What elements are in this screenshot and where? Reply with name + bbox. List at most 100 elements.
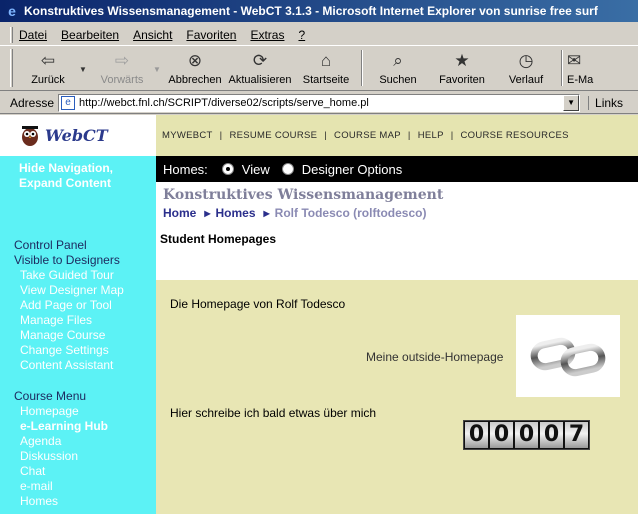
sidebar-item-content-assistant[interactable]: Content Assistant [14, 358, 124, 373]
homepage-content: Die Homepage von Rolf Todesco Meine outs… [156, 280, 638, 514]
menu-bearbeiten[interactable]: Bearbeiten [61, 28, 119, 42]
toolbar-separator [361, 50, 363, 86]
breadcrumb: Home ▶ Homes ▶ Rolf Todesco (rolftodesco… [163, 206, 426, 220]
nav-separator: | [407, 130, 411, 141]
sidebar-item-diskussion[interactable]: Diskussion [14, 449, 108, 464]
nav-help[interactable]: HELP [418, 130, 444, 141]
back-arrow-icon: ⇦ [40, 51, 56, 70]
breadcrumb-home[interactable]: Home [163, 206, 196, 220]
menu-favoriten[interactable]: Favoriten [186, 28, 236, 42]
toolbar-grip [10, 49, 13, 87]
about-me-text: Hier schreibe ich bald etwas über mich [170, 406, 377, 420]
webct-logo[interactable]: WebCT [0, 115, 156, 156]
home-icon: ⌂ [320, 51, 332, 70]
favorites-button[interactable]: ★ Favoriten [429, 47, 495, 89]
standard-toolbar: ⇦ Zurück ▼ ⇨ Vorwärts ▼ ⊗ Abbrechen ⟳ Ak… [0, 47, 638, 91]
refresh-icon: ⟳ [252, 51, 268, 70]
designer-options-label[interactable]: Designer Options [302, 162, 402, 177]
back-button[interactable]: ⇦ Zurück [17, 47, 79, 89]
sidebar-item-take-guided-tour[interactable]: Take Guided Tour [14, 268, 124, 283]
top-navigation: MYWEBCT | RESUME COURSE | COURSE MAP | H… [156, 115, 638, 156]
internet-explorer-icon: e [8, 3, 16, 19]
course-menu-group: Course Menu Homepage e-Learning Hub Agen… [14, 389, 108, 509]
visible-to-designers-label: Visible to Designers [14, 253, 120, 267]
refresh-button[interactable]: ⟳ Aktualisieren [225, 47, 295, 89]
stop-button[interactable]: ⊗ Abbrechen [165, 47, 225, 89]
menu-help[interactable]: ? [298, 28, 305, 42]
menu-grip [10, 26, 13, 43]
forward-arrow-icon: ⇨ [114, 51, 130, 70]
home-button[interactable]: ⌂ Startseite [295, 47, 357, 89]
counter-digit: 0 [490, 422, 513, 448]
homes-label: Homes: [163, 161, 208, 177]
menu-extras[interactable]: Extras [250, 28, 284, 42]
nav-course-map[interactable]: COURSE MAP [334, 130, 401, 141]
sidebar-item-agenda[interactable]: Agenda [14, 434, 108, 449]
menu-datei[interactable]: Datei [19, 28, 47, 42]
course-title: Konstruktives Wissensmanagement [163, 187, 444, 203]
menu-ansicht[interactable]: Ansicht [133, 28, 172, 42]
designer-options-radio[interactable] [281, 163, 294, 175]
outside-homepage-link[interactable]: Meine outside-Homepage [366, 350, 503, 364]
nav-separator: | [219, 130, 223, 141]
nav-course-resources[interactable]: COURSE RESOURCES [461, 130, 569, 141]
counter-digit: 0 [515, 422, 538, 448]
page-icon: e [61, 95, 76, 110]
content-header: Konstruktives Wissensmanagement Home ▶ H… [156, 182, 638, 280]
control-panel-group: Control Panel Visible to Designers Take … [14, 238, 124, 373]
breadcrumb-current: Rolf Todesco (rolftodesco) [274, 206, 427, 220]
hide-navigation-link[interactable]: Hide Navigation, Expand Content [19, 161, 113, 191]
sidebar-item-homepage[interactable]: Homepage [14, 404, 108, 419]
sidebar-item-e-learning-hub[interactable]: e-Learning Hub [14, 419, 108, 434]
search-icon: ⌕ [393, 51, 403, 70]
view-radio-label[interactable]: View [242, 162, 270, 177]
chain-link-icon [530, 337, 606, 377]
links-toolbar[interactable]: Links [588, 95, 623, 110]
counter-digit: 0 [465, 422, 488, 448]
address-dropdown-button[interactable]: ▼ [563, 94, 580, 111]
homepage-heading: Die Homepage von Rolf Todesco [170, 297, 346, 311]
address-input[interactable]: e http://webct.fnl.ch/SCRIPT/diverse02/s… [58, 93, 581, 112]
course-sidebar: Hide Navigation, Expand Content Control … [0, 156, 156, 514]
history-icon: ◷ [518, 51, 534, 70]
sidebar-item-view-designer-map[interactable]: View Designer Map [14, 283, 124, 298]
sidebar-item-chat[interactable]: Chat [14, 464, 108, 479]
page-title: Student Homepages [160, 232, 277, 246]
logo-text: WebCT [45, 126, 108, 145]
window-title-bar: e Konstruktives Wissensmanagement - WebC… [0, 0, 638, 22]
mail-icon: ✉ [567, 51, 582, 70]
stop-icon: ⊗ [187, 51, 203, 70]
address-label: Adresse [10, 95, 55, 110]
web-page: WebCT MYWEBCT | RESUME COURSE | COURSE M… [0, 115, 638, 514]
favorites-icon: ★ [454, 51, 470, 70]
menu-bar: Datei Bearbeiten Ansicht Favoriten Extra… [0, 24, 638, 46]
sidebar-item-manage-files[interactable]: Manage Files [14, 313, 124, 328]
course-menu-heading: Course Menu [14, 389, 87, 403]
breadcrumb-arrow-icon: ▶ [204, 208, 211, 218]
visitor-counter: 0 0 0 0 7 [463, 420, 590, 450]
sidebar-item-add-page-or-tool[interactable]: Add Page or Tool [14, 298, 124, 313]
view-radio[interactable] [221, 163, 234, 175]
mail-button[interactable]: ✉ E-Ma [567, 47, 599, 89]
address-url: http://webct.fnl.ch/SCRIPT/diverse02/scr… [79, 96, 369, 109]
nav-mywebct[interactable]: MYWEBCT [162, 130, 213, 141]
chain-link-image[interactable] [516, 315, 620, 397]
breadcrumb-homes[interactable]: Homes [216, 206, 256, 220]
sidebar-item-e-mail[interactable]: e-mail [14, 479, 108, 494]
back-dropdown[interactable]: ▼ [79, 47, 91, 74]
control-panel-heading[interactable]: Control Panel [14, 238, 124, 253]
homes-mode-bar: Homes: View Designer Options [156, 156, 638, 182]
history-button[interactable]: ◷ Verlauf [495, 47, 557, 89]
sidebar-item-manage-course[interactable]: Manage Course [14, 328, 124, 343]
toolbar-separator [561, 50, 563, 86]
counter-digit: 7 [565, 422, 588, 448]
nav-separator: | [450, 130, 454, 141]
nav-resume-course[interactable]: RESUME COURSE [229, 130, 317, 141]
window-title: Konstruktives Wissensmanagement - WebCT … [24, 4, 598, 18]
sidebar-item-change-settings[interactable]: Change Settings [14, 343, 124, 358]
counter-digit: 0 [540, 422, 563, 448]
search-button[interactable]: ⌕ Suchen [367, 47, 429, 89]
forward-dropdown[interactable]: ▼ [153, 47, 165, 74]
forward-button[interactable]: ⇨ Vorwärts [91, 47, 153, 89]
sidebar-item-homes[interactable]: Homes [14, 494, 108, 509]
